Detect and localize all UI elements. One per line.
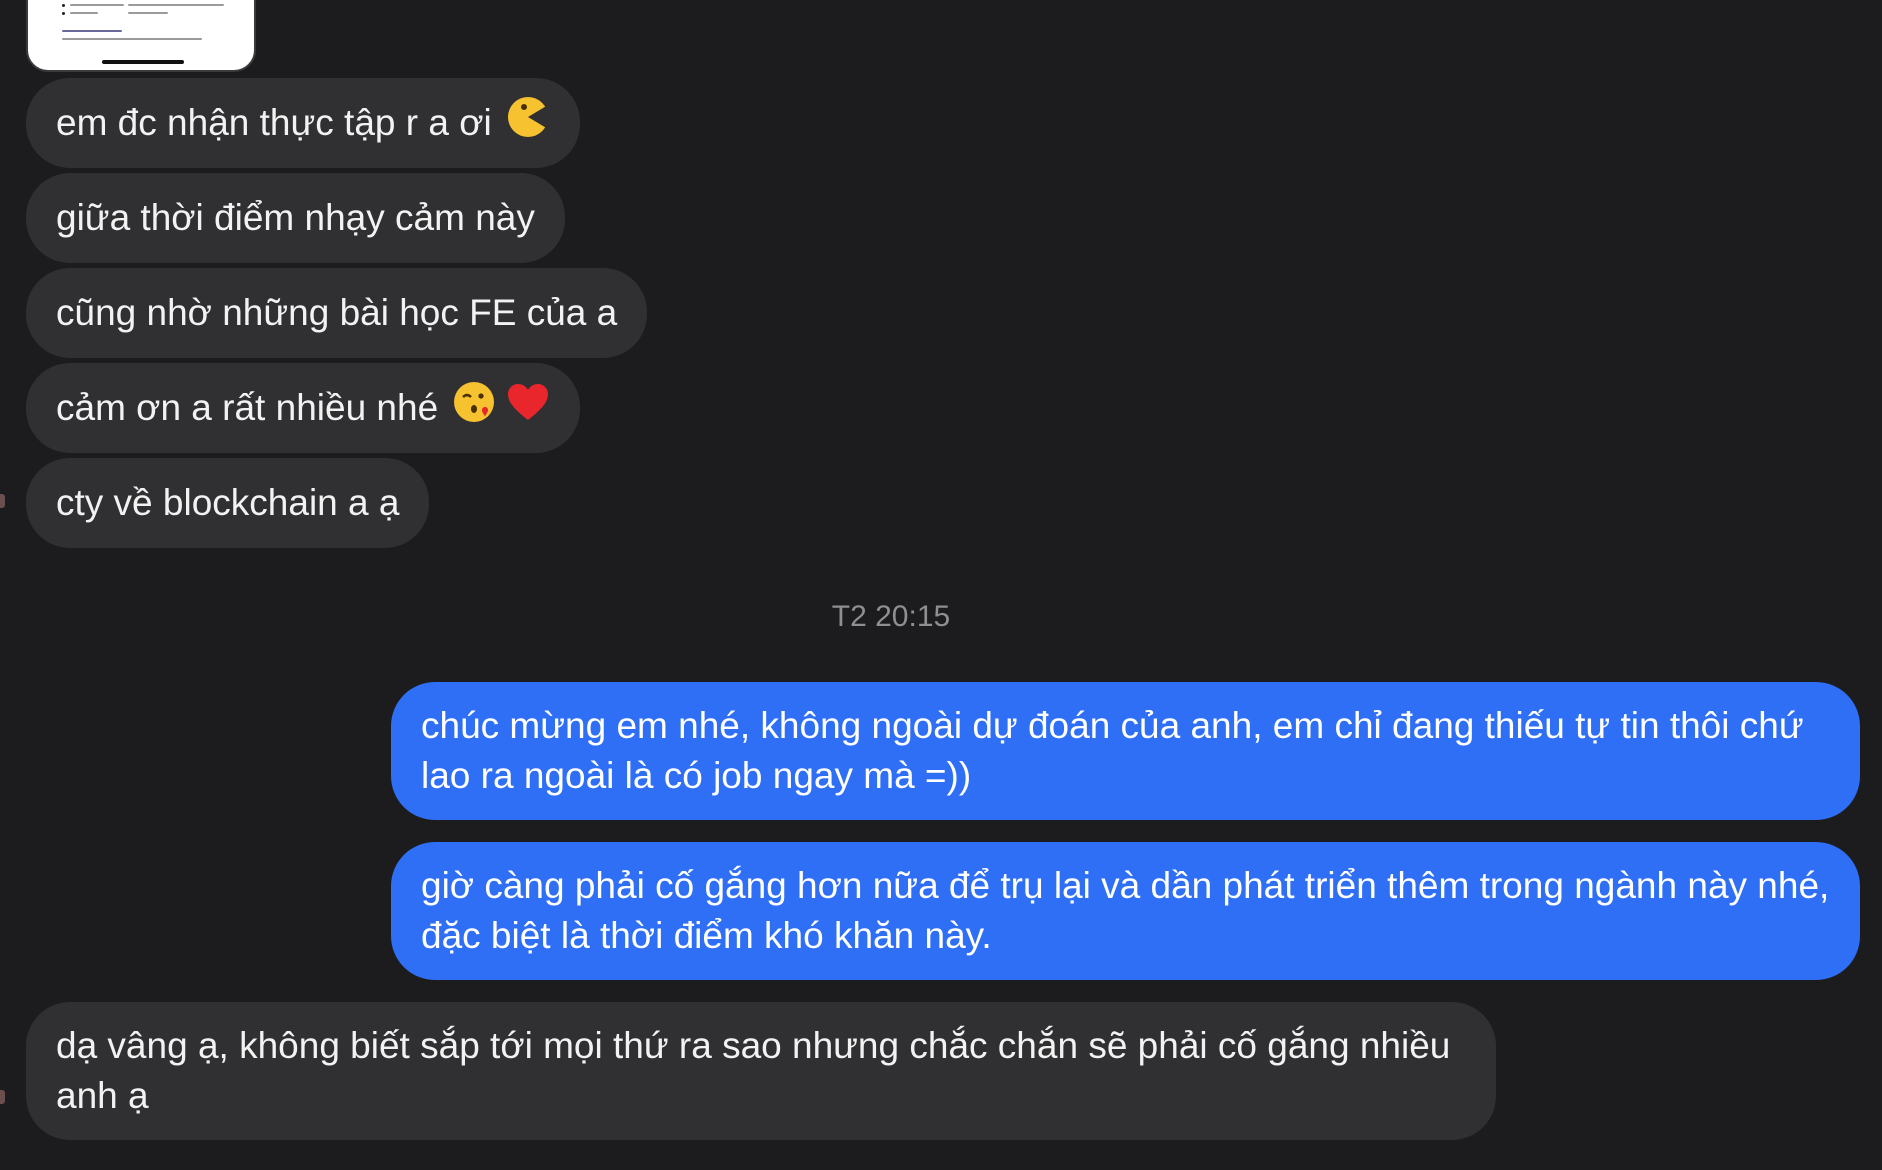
sent-message[interactable]: chúc mừng em nhé, không ngoài dự đoán củ… — [391, 682, 1860, 820]
message-text: giờ càng phải cố gắng hơn nữa để trụ lại… — [421, 865, 1830, 956]
message-text: em đc nhận thực tập r a ơi — [56, 102, 492, 143]
red-heart-emoji-icon — [506, 382, 550, 435]
message-text: dạ vâng ạ, không biết sắp tới mọi thứ ra… — [56, 1025, 1451, 1116]
message-text: chúc mừng em nhé, không ngoài dự đoán củ… — [421, 705, 1804, 796]
received-message[interactable]: dạ vâng ạ, không biết sắp tới mọi thứ ra… — [26, 1002, 1496, 1140]
document-text-line — [70, 12, 98, 14]
attachment-handle — [102, 60, 184, 64]
document-text-line — [128, 12, 168, 14]
received-message[interactable]: cty về blockchain a ạ — [26, 458, 430, 548]
received-message[interactable]: em đc nhận thực tập r a ơi — [26, 78, 580, 168]
message-text: cũng nhờ những bài học FE của a — [56, 292, 618, 333]
document-text-line — [70, 4, 124, 6]
message-text: cảm ơn a rất nhiều nhé — [56, 387, 439, 428]
sent-message[interactable]: giờ càng phải cố gắng hơn nữa để trụ lại… — [391, 842, 1860, 980]
document-text-line — [128, 4, 224, 6]
document-text-line — [62, 38, 202, 40]
message-text: giữa thời điểm nhạy cảm này — [56, 197, 535, 238]
received-message[interactable]: cảm ơn a rất nhiều nhé — [26, 363, 581, 453]
document-bullet — [62, 12, 65, 15]
image-attachment[interactable] — [26, 0, 256, 72]
document-text-line — [62, 30, 122, 32]
received-message[interactable]: cũng nhờ những bài học FE của a — [26, 268, 648, 358]
pacman-laugh-emoji-icon — [506, 95, 550, 152]
message-timestamp: T2 20:15 — [831, 600, 951, 633]
received-message[interactable]: giữa thời điểm nhạy cảm này — [26, 173, 565, 263]
message-text: cty về blockchain a ạ — [56, 482, 400, 523]
avatar-edge — [0, 494, 5, 508]
document-bullet — [62, 4, 65, 7]
kissing-heart-emoji-icon — [452, 380, 496, 437]
avatar-edge — [0, 1090, 5, 1104]
